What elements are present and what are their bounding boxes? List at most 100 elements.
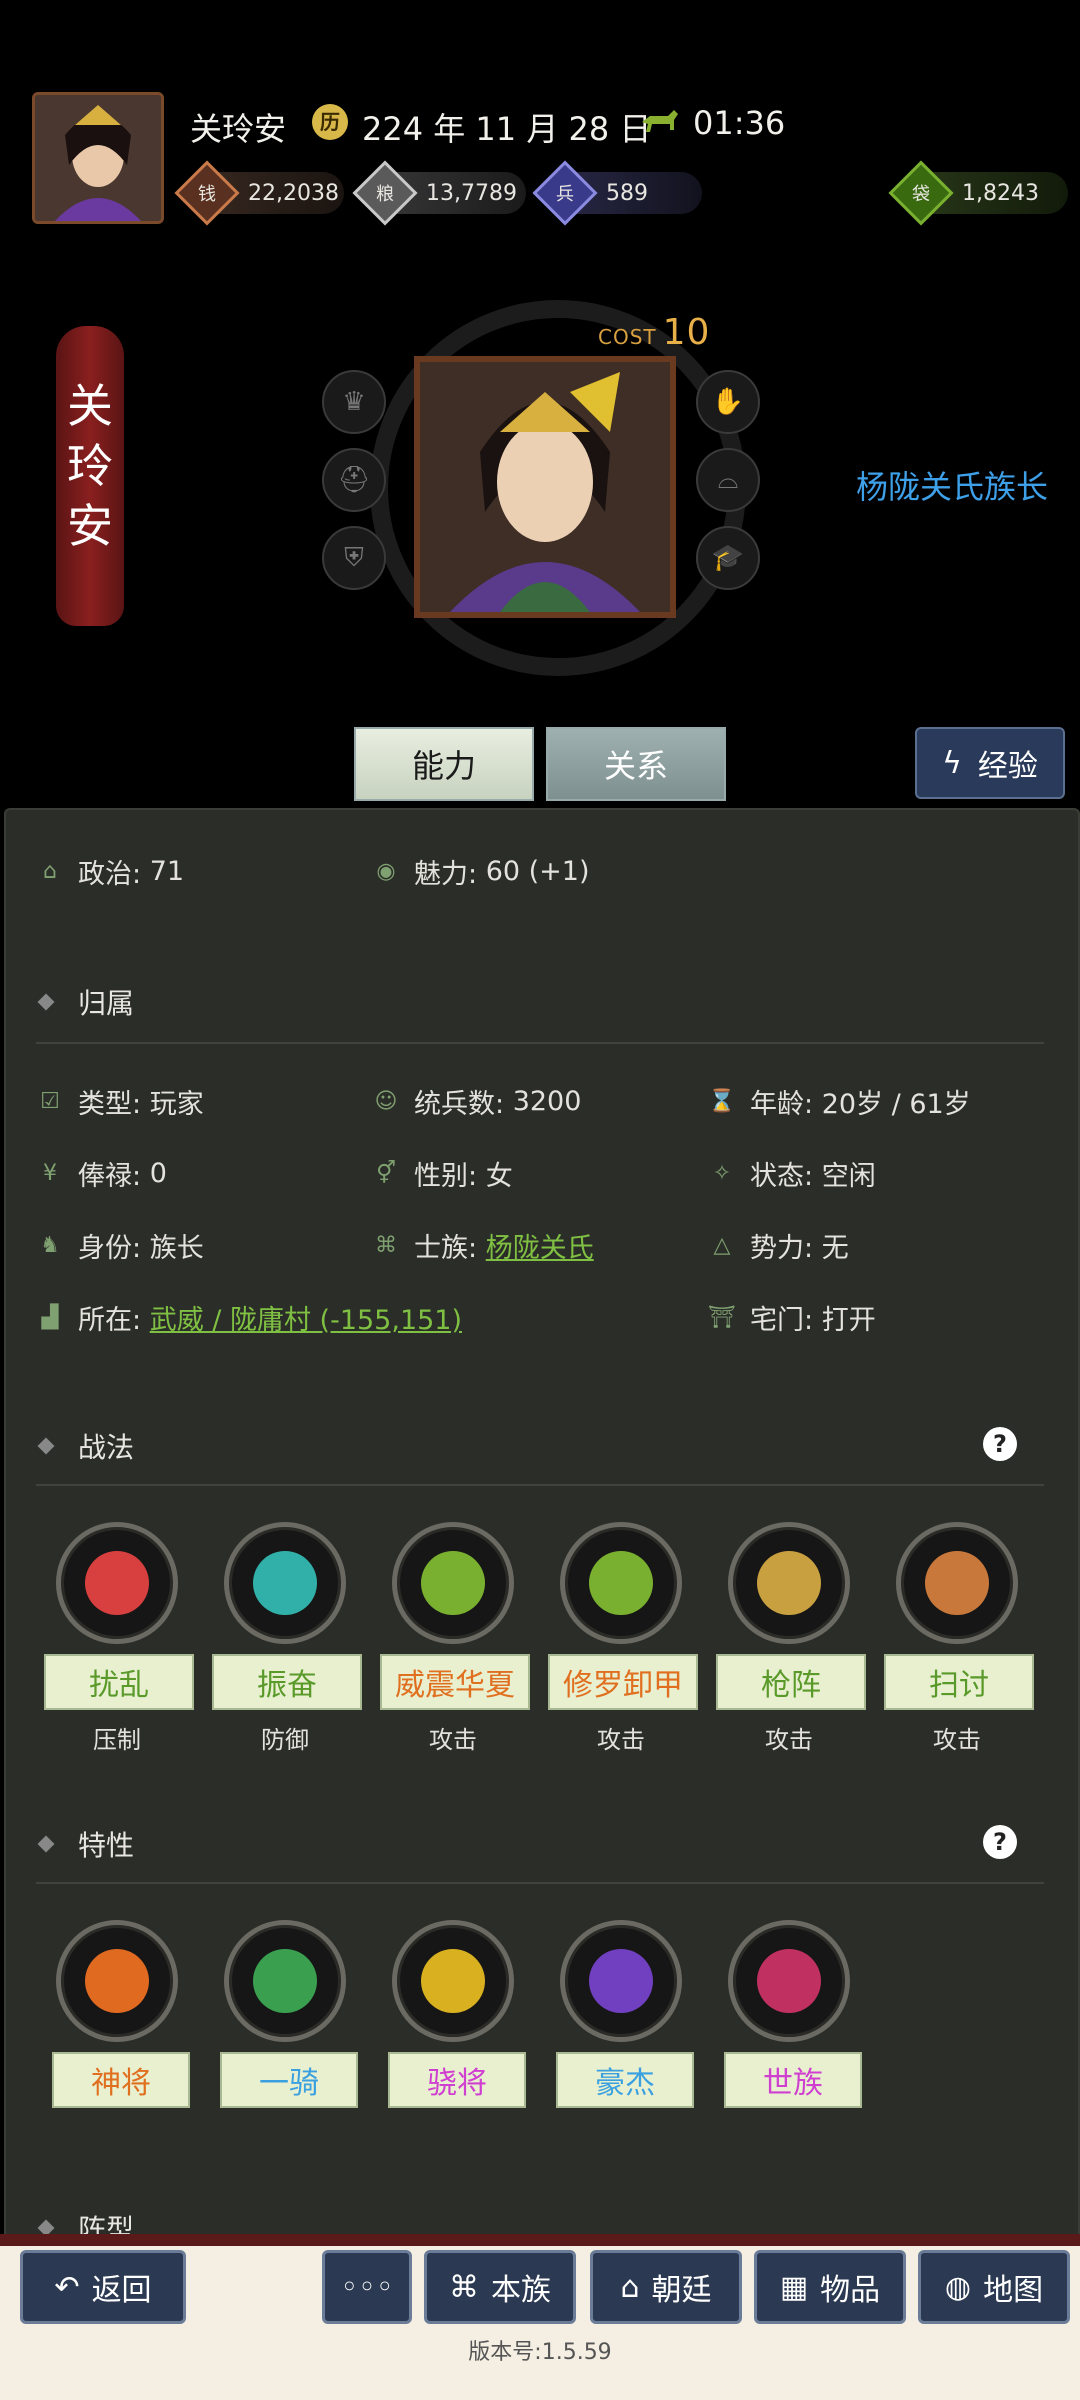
resource-grain-value: 13,7789: [426, 180, 517, 206]
field-label: 所在:: [78, 1305, 142, 1336]
diamond-bullet-icon: [37, 1835, 55, 1853]
tab-ability[interactable]: 能力: [354, 727, 534, 801]
back-arrow-icon: ↶: [54, 2269, 80, 2305]
tactic-name[interactable]: 扰乱: [44, 1654, 194, 1710]
tactics-help-button[interactable]: ?: [983, 1427, 1017, 1461]
tactic-icon[interactable]: [896, 1522, 1018, 1644]
items-button[interactable]: ▦ 物品: [754, 2250, 906, 2324]
map-button[interactable]: ◍ 地图: [918, 2250, 1070, 2324]
tactic-name[interactable]: 扫讨: [884, 1654, 1034, 1710]
field-value: 族长: [149, 1233, 204, 1264]
helmet-icon[interactable]: ⛑: [322, 448, 386, 512]
items-icon: ▦: [779, 2269, 809, 2305]
tactic-name[interactable]: 修罗卸甲: [548, 1654, 698, 1710]
field-value: 玩家: [149, 1089, 204, 1120]
clan-label: 本族: [491, 2273, 551, 2308]
tactic-icon[interactable]: [560, 1522, 682, 1644]
hero-portrait-image: [420, 362, 670, 612]
tab-relation[interactable]: 关系: [546, 727, 726, 801]
divider: [36, 1882, 1044, 1884]
trait-icon[interactable]: [224, 1920, 346, 2042]
tactic-icon[interactable]: [224, 1522, 346, 1644]
hand-item-icon[interactable]: ✋: [696, 370, 760, 434]
field-label: 宅门:: [750, 1305, 814, 1336]
field-label: 俸禄:: [78, 1161, 142, 1192]
court-label: 朝廷: [651, 2273, 712, 2308]
map-label: 地图: [983, 2273, 1044, 2308]
cost-value: 10: [662, 312, 711, 353]
trait-name[interactable]: 世族: [724, 2052, 862, 2108]
tactic-icon[interactable]: [728, 1522, 850, 1644]
trait-emblem: [421, 1949, 485, 2013]
clan-link[interactable]: 杨陇关氏: [486, 1226, 594, 1265]
clan-icon: ⌘: [375, 1232, 397, 1258]
tactic-emblem: [421, 1551, 485, 1615]
trait-icon[interactable]: [392, 1920, 514, 2042]
trait-icon[interactable]: [560, 1920, 682, 2042]
court-button[interactable]: ⌂ 朝廷: [590, 2250, 742, 2324]
field-age: ⌛ 年龄: 20岁 / 61岁: [708, 1082, 970, 1121]
back-button[interactable]: ↶ 返回: [20, 2250, 186, 2324]
money-icon: 钱: [174, 160, 240, 226]
field-label: 势力:: [750, 1233, 814, 1264]
trait-name[interactable]: 神将: [52, 2052, 190, 2108]
tactic-name[interactable]: 枪阵: [716, 1654, 866, 1710]
hero-portrait[interactable]: [414, 356, 676, 618]
cost-indicator: COST 10: [598, 312, 710, 353]
bag-icon: 袋: [888, 160, 954, 226]
armor-icon[interactable]: ⛨: [322, 526, 386, 590]
soldier-icon: 兵: [532, 160, 598, 226]
tactic-name[interactable]: 振奋: [212, 1654, 362, 1710]
crown-icon[interactable]: ♛: [322, 370, 386, 434]
trait-name[interactable]: 一骑: [220, 2052, 358, 2108]
force-icon: △: [713, 1232, 731, 1258]
experience-button[interactable]: ϟ 经验: [915, 727, 1065, 799]
experience-label: 经验: [977, 749, 1038, 784]
field-value: 3200: [512, 1086, 582, 1117]
resource-grain[interactable]: 粮 13,7789: [352, 160, 526, 226]
palace-icon: ⌂: [620, 2269, 640, 2305]
field-status: ✧ 状态: 空闲: [708, 1154, 876, 1193]
resource-soldier-value: 589: [606, 180, 648, 206]
player-name: 关玲安: [190, 110, 287, 148]
politics-icon: ⌂: [43, 858, 57, 884]
scholar-cap-icon[interactable]: 🎓: [696, 526, 760, 590]
location-link[interactable]: 武威 / 陇庸村 (-155,151): [150, 1298, 462, 1337]
clan-button[interactable]: ⌘ 本族: [424, 2250, 576, 2324]
trait-name[interactable]: 豪杰: [556, 2052, 694, 2108]
field-label: 年龄:: [750, 1089, 814, 1120]
clan-icon: ⌘: [449, 2269, 479, 2305]
trait-icon[interactable]: [728, 1920, 850, 2042]
resource-soldier[interactable]: 兵 589: [532, 160, 702, 226]
traits-help-button[interactable]: ?: [983, 1825, 1017, 1859]
field-label: 类型:: [78, 1089, 142, 1120]
field-value: 无: [821, 1233, 849, 1264]
section-title: 归属: [78, 987, 135, 1020]
field-gender: ⚥ 性别: 女: [372, 1154, 513, 1193]
section-belong: 归属: [37, 982, 135, 1022]
player-avatar[interactable]: [32, 92, 164, 224]
tactic-name[interactable]: 威震华夏: [380, 1654, 530, 1710]
game-time: 01:36: [693, 104, 786, 142]
portrait-image: [35, 95, 161, 221]
gate-icon: ⛩: [708, 1304, 736, 1330]
tactic-emblem: [757, 1551, 821, 1615]
detail-panel[interactable]: [4, 808, 1080, 2248]
divider: [36, 1484, 1044, 1486]
trait-icon[interactable]: [56, 1920, 178, 2042]
age-icon: ⌛: [708, 1088, 736, 1114]
hero-nameplate: 关 玲 安: [56, 326, 124, 626]
resource-money[interactable]: 钱 22,2038: [174, 160, 344, 226]
resource-bag[interactable]: 袋 1,8243: [888, 160, 1068, 226]
trait-name[interactable]: 骁将: [388, 2052, 526, 2108]
globe-icon: ◍: [944, 2269, 972, 2305]
more-button[interactable]: ◦◦◦: [322, 2250, 412, 2324]
hat-icon[interactable]: ⌓: [696, 448, 760, 512]
tactic-icon[interactable]: [56, 1522, 178, 1644]
field-force: △ 势力: 无: [708, 1226, 849, 1265]
field-label: 性别:: [414, 1161, 478, 1192]
tactic-type: 攻击: [933, 1726, 981, 1754]
tactic-icon[interactable]: [392, 1522, 514, 1644]
checklist-icon: ☑: [40, 1088, 60, 1114]
back-label: 返回: [91, 2273, 152, 2308]
